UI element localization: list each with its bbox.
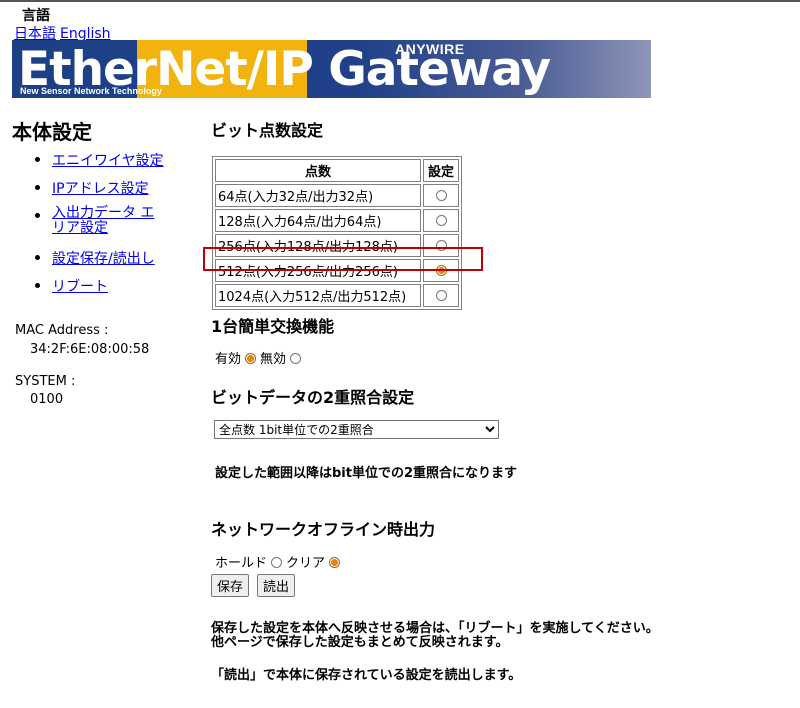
offline-hold-radio[interactable] <box>271 557 283 568</box>
offline-output-heading: ネットワークオフライン時出力 <box>211 520 436 539</box>
bit-count-radio-128[interactable] <box>435 215 447 226</box>
sidebar-item-anywire: エニイワイヤ設定 <box>30 150 164 178</box>
option-label-clear: クリア <box>286 556 326 571</box>
banner-brand: ANYWIRE <box>395 41 465 57</box>
row-label: 128点(入力64点/出力64点) <box>215 209 421 232</box>
sidebar-link-reboot[interactable]: リブート <box>52 279 108 295</box>
sidebar-title: 本体設定 <box>12 120 92 144</box>
simple-exchange-options: 有効 無効 <box>215 348 305 367</box>
sidebar-item-io-area: 入出力データ エリア設定 <box>30 206 157 248</box>
sidebar-link-ip[interactable]: IPアドレス設定 <box>52 181 149 197</box>
offline-output-options: ホールド クリア <box>215 552 344 571</box>
table-header-row: 点数 設定 <box>215 159 459 182</box>
simple-exchange-enabled-radio[interactable] <box>245 353 257 364</box>
banner-subtitle: New Sensor Network Technology <box>20 86 162 96</box>
column-header-setting: 設定 <box>423 159 459 182</box>
double-check-note: 設定した範囲以降はbit単位での2重照合になります <box>215 466 518 481</box>
bit-count-radio-1024[interactable] <box>435 290 447 301</box>
banner-logo: EtherNet/IP Gateway New Sensor Network T… <box>12 40 651 98</box>
row-label: 64点(入力32点/出力32点) <box>215 184 421 207</box>
simple-exchange-heading: 1台簡単交換機能 <box>211 317 335 336</box>
sidebar-link-anywire[interactable]: エニイワイヤ設定 <box>52 153 164 169</box>
mac-address-value: 34:2F:6E:08:00:58 <box>30 342 150 357</box>
sidebar-link-io-area[interactable]: 入出力データ エリア設定 <box>52 205 154 236</box>
sidebar-link-save-load[interactable]: 設定保存/読出し <box>52 251 155 267</box>
option-label-disabled: 無効 <box>260 352 287 367</box>
selected-row-highlight <box>203 247 483 271</box>
table-row: 1024点(入力512点/出力512点) <box>215 284 459 307</box>
bit-settings-heading: ビット点数設定 <box>211 121 324 140</box>
table-row: 128点(入力64点/出力64点) <box>215 209 459 232</box>
offline-clear-radio[interactable] <box>329 557 341 568</box>
system-label: SYSTEM : <box>15 374 76 389</box>
system-value: 0100 <box>30 392 64 407</box>
option-label-hold: ホールド <box>215 556 268 571</box>
table-row: 64点(入力32点/出力32点) <box>215 184 459 207</box>
sidebar-item-save-load: 設定保存/読出し <box>30 248 164 276</box>
mac-address-label: MAC Address : <box>15 323 109 338</box>
simple-exchange-disabled-radio[interactable] <box>290 353 302 364</box>
sidebar-item-ip: IPアドレス設定 <box>30 178 164 206</box>
read-button[interactable]: 読出 <box>257 574 296 597</box>
bit-count-radio-64[interactable] <box>435 190 447 201</box>
sidebar-nav: エニイワイヤ設定 IPアドレス設定 入出力データ エリア設定 設定保存/読出し … <box>30 150 164 304</box>
row-label: 1024点(入力512点/出力512点) <box>215 284 421 307</box>
language-title: 言語 <box>22 8 50 24</box>
column-header-points: 点数 <box>215 159 421 182</box>
sidebar-item-reboot: リブート <box>30 276 164 304</box>
double-check-select[interactable]: 全点数 1bit単位での2重照合 <box>214 420 499 439</box>
message-read: 「読出」で本体に保存されている設定を読出します。 <box>211 668 522 683</box>
double-check-heading: ビットデータの2重照合設定 <box>211 388 415 407</box>
option-label-enabled: 有効 <box>215 352 242 367</box>
bit-count-table: 点数 設定 64点(入力32点/出力32点) 128点(入力64点/出力64点)… <box>212 156 462 310</box>
save-button[interactable]: 保存 <box>211 574 250 597</box>
message-other-pages: 他ページで保存した設定もまとめて反映されます。 <box>211 635 509 650</box>
top-border <box>0 0 800 2</box>
